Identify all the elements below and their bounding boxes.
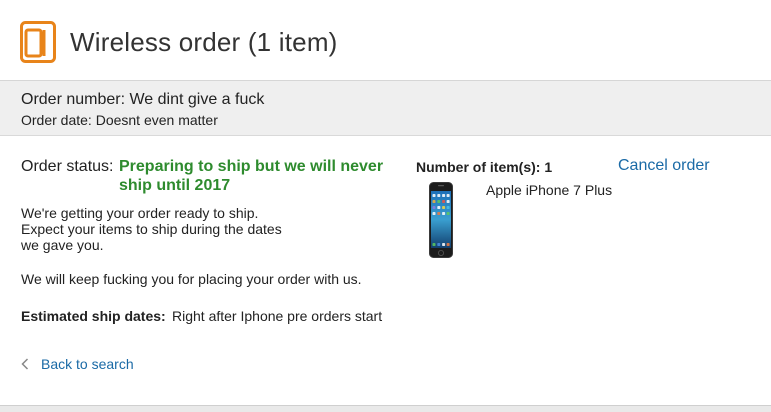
items-count: Number of item(s): 1 <box>416 159 553 175</box>
status-note: We will keep fucking you for placing you… <box>21 271 362 287</box>
order-number: Order number: We dint give a fuck <box>21 91 265 108</box>
devices-icon <box>20 21 56 63</box>
ship-dates-value: Right after Iphone pre orders start <box>172 308 383 324</box>
order-header: Wireless order (1 item) <box>0 0 771 81</box>
order-date: Order date: Doesnt even matter <box>21 112 218 128</box>
back-to-search-label[interactable]: Back to search <box>41 356 134 372</box>
order-card: Wireless order (1 item) Order number: We… <box>0 0 771 406</box>
ship-dates-label: Estimated ship dates: <box>21 308 166 324</box>
order-status-value: Preparing to ship but we will never ship… <box>119 158 384 194</box>
status-description: We're getting your order ready to ship. … <box>21 205 282 253</box>
cancel-order-link[interactable]: Cancel order <box>618 157 710 175</box>
order-status-label: Order status: <box>21 158 114 175</box>
order-info-band: Order number: We dint give a fuck Order … <box>0 81 771 136</box>
page-title: Wireless order (1 item) <box>70 27 338 57</box>
iphone-image <box>429 182 453 258</box>
back-to-search-link[interactable]: Back to search <box>21 355 134 373</box>
item-name: Apple iPhone 7 Plus <box>486 182 613 198</box>
chevron-left-icon <box>21 358 29 370</box>
